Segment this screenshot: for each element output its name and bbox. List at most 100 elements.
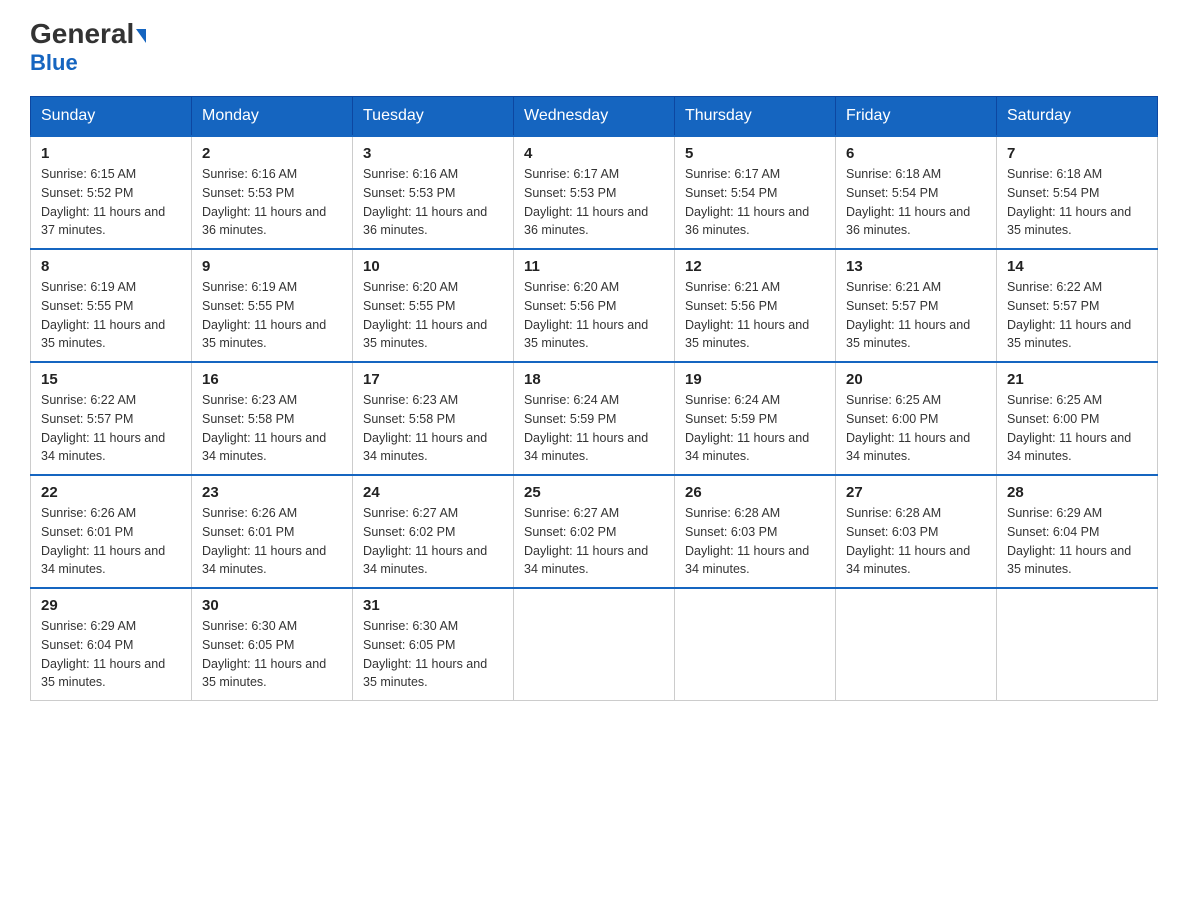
day-number: 11 bbox=[524, 258, 664, 275]
calendar-cell: 16 Sunrise: 6:23 AMSunset: 5:58 PMDaylig… bbox=[192, 362, 353, 475]
day-info: Sunrise: 6:20 AMSunset: 5:55 PMDaylight:… bbox=[363, 278, 503, 353]
calendar-cell: 25 Sunrise: 6:27 AMSunset: 6:02 PMDaylig… bbox=[514, 475, 675, 588]
calendar-cell: 14 Sunrise: 6:22 AMSunset: 5:57 PMDaylig… bbox=[997, 249, 1158, 362]
day-info: Sunrise: 6:29 AMSunset: 6:04 PMDaylight:… bbox=[1007, 504, 1147, 579]
day-number: 7 bbox=[1007, 145, 1147, 162]
calendar-cell: 20 Sunrise: 6:25 AMSunset: 6:00 PMDaylig… bbox=[836, 362, 997, 475]
day-info: Sunrise: 6:28 AMSunset: 6:03 PMDaylight:… bbox=[685, 504, 825, 579]
calendar-cell bbox=[514, 588, 675, 701]
calendar-week-1: 1 Sunrise: 6:15 AMSunset: 5:52 PMDayligh… bbox=[31, 136, 1158, 249]
logo-blue: Blue bbox=[30, 50, 78, 76]
day-info: Sunrise: 6:18 AMSunset: 5:54 PMDaylight:… bbox=[1007, 165, 1147, 240]
calendar-week-4: 22 Sunrise: 6:26 AMSunset: 6:01 PMDaylig… bbox=[31, 475, 1158, 588]
day-info: Sunrise: 6:15 AMSunset: 5:52 PMDaylight:… bbox=[41, 165, 181, 240]
calendar-cell: 3 Sunrise: 6:16 AMSunset: 5:53 PMDayligh… bbox=[353, 136, 514, 249]
day-number: 13 bbox=[846, 258, 986, 275]
header-friday: Friday bbox=[836, 97, 997, 137]
header-tuesday: Tuesday bbox=[353, 97, 514, 137]
day-number: 23 bbox=[202, 484, 342, 501]
calendar-cell: 8 Sunrise: 6:19 AMSunset: 5:55 PMDayligh… bbox=[31, 249, 192, 362]
day-info: Sunrise: 6:25 AMSunset: 6:00 PMDaylight:… bbox=[846, 391, 986, 466]
calendar-cell: 6 Sunrise: 6:18 AMSunset: 5:54 PMDayligh… bbox=[836, 136, 997, 249]
calendar-week-2: 8 Sunrise: 6:19 AMSunset: 5:55 PMDayligh… bbox=[31, 249, 1158, 362]
day-number: 30 bbox=[202, 597, 342, 614]
calendar-week-5: 29 Sunrise: 6:29 AMSunset: 6:04 PMDaylig… bbox=[31, 588, 1158, 701]
day-number: 10 bbox=[363, 258, 503, 275]
day-info: Sunrise: 6:30 AMSunset: 6:05 PMDaylight:… bbox=[363, 617, 503, 692]
calendar-cell: 30 Sunrise: 6:30 AMSunset: 6:05 PMDaylig… bbox=[192, 588, 353, 701]
day-info: Sunrise: 6:30 AMSunset: 6:05 PMDaylight:… bbox=[202, 617, 342, 692]
calendar-cell: 5 Sunrise: 6:17 AMSunset: 5:54 PMDayligh… bbox=[675, 136, 836, 249]
day-info: Sunrise: 6:26 AMSunset: 6:01 PMDaylight:… bbox=[41, 504, 181, 579]
day-number: 25 bbox=[524, 484, 664, 501]
header-thursday: Thursday bbox=[675, 97, 836, 137]
calendar-cell: 28 Sunrise: 6:29 AMSunset: 6:04 PMDaylig… bbox=[997, 475, 1158, 588]
calendar-cell: 7 Sunrise: 6:18 AMSunset: 5:54 PMDayligh… bbox=[997, 136, 1158, 249]
day-info: Sunrise: 6:22 AMSunset: 5:57 PMDaylight:… bbox=[41, 391, 181, 466]
day-number: 8 bbox=[41, 258, 181, 275]
calendar-cell: 4 Sunrise: 6:17 AMSunset: 5:53 PMDayligh… bbox=[514, 136, 675, 249]
calendar-cell: 26 Sunrise: 6:28 AMSunset: 6:03 PMDaylig… bbox=[675, 475, 836, 588]
day-number: 20 bbox=[846, 371, 986, 388]
calendar-cell: 21 Sunrise: 6:25 AMSunset: 6:00 PMDaylig… bbox=[997, 362, 1158, 475]
day-number: 18 bbox=[524, 371, 664, 388]
day-number: 2 bbox=[202, 145, 342, 162]
calendar-cell: 10 Sunrise: 6:20 AMSunset: 5:55 PMDaylig… bbox=[353, 249, 514, 362]
day-number: 4 bbox=[524, 145, 664, 162]
day-number: 26 bbox=[685, 484, 825, 501]
day-number: 14 bbox=[1007, 258, 1147, 275]
day-info: Sunrise: 6:29 AMSunset: 6:04 PMDaylight:… bbox=[41, 617, 181, 692]
logo: General Blue bbox=[30, 20, 146, 76]
day-number: 3 bbox=[363, 145, 503, 162]
day-info: Sunrise: 6:27 AMSunset: 6:02 PMDaylight:… bbox=[524, 504, 664, 579]
day-number: 22 bbox=[41, 484, 181, 501]
calendar-cell: 22 Sunrise: 6:26 AMSunset: 6:01 PMDaylig… bbox=[31, 475, 192, 588]
calendar-cell: 29 Sunrise: 6:29 AMSunset: 6:04 PMDaylig… bbox=[31, 588, 192, 701]
calendar-cell: 17 Sunrise: 6:23 AMSunset: 5:58 PMDaylig… bbox=[353, 362, 514, 475]
calendar-header-row: SundayMondayTuesdayWednesdayThursdayFrid… bbox=[31, 97, 1158, 137]
calendar-cell: 23 Sunrise: 6:26 AMSunset: 6:01 PMDaylig… bbox=[192, 475, 353, 588]
day-info: Sunrise: 6:24 AMSunset: 5:59 PMDaylight:… bbox=[685, 391, 825, 466]
day-info: Sunrise: 6:21 AMSunset: 5:57 PMDaylight:… bbox=[846, 278, 986, 353]
calendar-cell bbox=[836, 588, 997, 701]
calendar-cell: 1 Sunrise: 6:15 AMSunset: 5:52 PMDayligh… bbox=[31, 136, 192, 249]
day-number: 16 bbox=[202, 371, 342, 388]
day-info: Sunrise: 6:23 AMSunset: 5:58 PMDaylight:… bbox=[202, 391, 342, 466]
day-number: 6 bbox=[846, 145, 986, 162]
day-number: 1 bbox=[41, 145, 181, 162]
day-number: 12 bbox=[685, 258, 825, 275]
day-info: Sunrise: 6:21 AMSunset: 5:56 PMDaylight:… bbox=[685, 278, 825, 353]
day-number: 27 bbox=[846, 484, 986, 501]
day-info: Sunrise: 6:26 AMSunset: 6:01 PMDaylight:… bbox=[202, 504, 342, 579]
calendar-cell: 18 Sunrise: 6:24 AMSunset: 5:59 PMDaylig… bbox=[514, 362, 675, 475]
day-info: Sunrise: 6:17 AMSunset: 5:54 PMDaylight:… bbox=[685, 165, 825, 240]
day-info: Sunrise: 6:23 AMSunset: 5:58 PMDaylight:… bbox=[363, 391, 503, 466]
calendar-cell bbox=[675, 588, 836, 701]
day-info: Sunrise: 6:16 AMSunset: 5:53 PMDaylight:… bbox=[363, 165, 503, 240]
day-number: 28 bbox=[1007, 484, 1147, 501]
calendar-cell: 27 Sunrise: 6:28 AMSunset: 6:03 PMDaylig… bbox=[836, 475, 997, 588]
day-info: Sunrise: 6:25 AMSunset: 6:00 PMDaylight:… bbox=[1007, 391, 1147, 466]
day-number: 19 bbox=[685, 371, 825, 388]
header-sunday: Sunday bbox=[31, 97, 192, 137]
day-number: 5 bbox=[685, 145, 825, 162]
day-info: Sunrise: 6:17 AMSunset: 5:53 PMDaylight:… bbox=[524, 165, 664, 240]
header-monday: Monday bbox=[192, 97, 353, 137]
calendar-week-3: 15 Sunrise: 6:22 AMSunset: 5:57 PMDaylig… bbox=[31, 362, 1158, 475]
day-info: Sunrise: 6:19 AMSunset: 5:55 PMDaylight:… bbox=[202, 278, 342, 353]
calendar-table: SundayMondayTuesdayWednesdayThursdayFrid… bbox=[30, 96, 1158, 701]
day-info: Sunrise: 6:24 AMSunset: 5:59 PMDaylight:… bbox=[524, 391, 664, 466]
calendar-cell: 12 Sunrise: 6:21 AMSunset: 5:56 PMDaylig… bbox=[675, 249, 836, 362]
day-number: 31 bbox=[363, 597, 503, 614]
header-saturday: Saturday bbox=[997, 97, 1158, 137]
day-info: Sunrise: 6:22 AMSunset: 5:57 PMDaylight:… bbox=[1007, 278, 1147, 353]
calendar-cell: 9 Sunrise: 6:19 AMSunset: 5:55 PMDayligh… bbox=[192, 249, 353, 362]
calendar-cell bbox=[997, 588, 1158, 701]
calendar-cell: 24 Sunrise: 6:27 AMSunset: 6:02 PMDaylig… bbox=[353, 475, 514, 588]
day-info: Sunrise: 6:20 AMSunset: 5:56 PMDaylight:… bbox=[524, 278, 664, 353]
day-info: Sunrise: 6:28 AMSunset: 6:03 PMDaylight:… bbox=[846, 504, 986, 579]
day-info: Sunrise: 6:18 AMSunset: 5:54 PMDaylight:… bbox=[846, 165, 986, 240]
day-info: Sunrise: 6:16 AMSunset: 5:53 PMDaylight:… bbox=[202, 165, 342, 240]
day-number: 17 bbox=[363, 371, 503, 388]
day-number: 15 bbox=[41, 371, 181, 388]
